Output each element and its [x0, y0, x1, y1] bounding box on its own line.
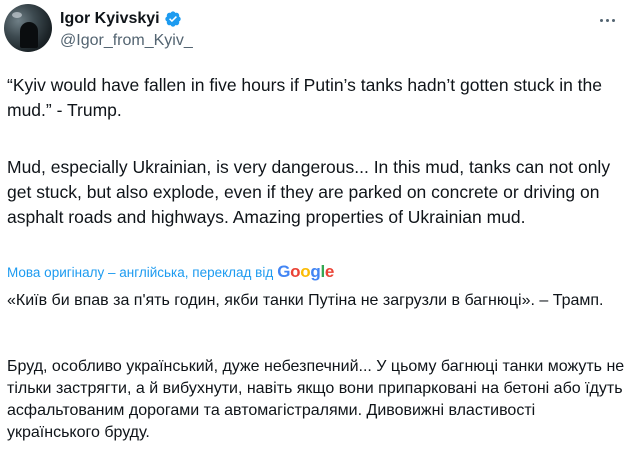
avatar-light — [12, 12, 22, 18]
google-logo-letter: o — [300, 262, 311, 281]
translation-attribution[interactable]: Мова оригіналу – англійська, переклад ві… — [7, 262, 334, 282]
verified-badge-icon — [164, 11, 181, 27]
google-logo: Google — [277, 262, 334, 282]
more-horizontal-icon — [605, 18, 609, 22]
author-avatar[interactable] — [4, 4, 52, 52]
author-name-row: Igor Kyivskyi — [60, 8, 182, 30]
more-options-button[interactable] — [593, 6, 621, 34]
translated-text-paragraph: Бруд, особливо український, дуже небезпе… — [7, 358, 629, 441]
author-handle[interactable]: @Igor_from_Kyiv_ — [60, 32, 193, 50]
google-logo-letter: g — [310, 262, 321, 281]
google-logo-letter: e — [324, 262, 335, 281]
google-logo-letter: G — [277, 262, 291, 281]
google-logo-letter: o — [290, 262, 301, 281]
author-display-name[interactable]: Igor Kyivskyi — [60, 10, 160, 28]
tweet-text-paragraph: “Kyiv would have fallen in five hours if… — [7, 75, 607, 120]
translated-text-paragraph: «Київ би впав за п'ять годин, якби танки… — [7, 292, 604, 309]
avatar-silhouette — [20, 22, 38, 48]
more-horizontal-icon — [599, 18, 603, 22]
more-horizontal-icon — [611, 18, 615, 22]
translation-label: Мова оригіналу – англійська, переклад ві… — [7, 264, 274, 280]
tweet-text-paragraph: Mud, especially Ukrainian, is very dange… — [7, 157, 615, 227]
